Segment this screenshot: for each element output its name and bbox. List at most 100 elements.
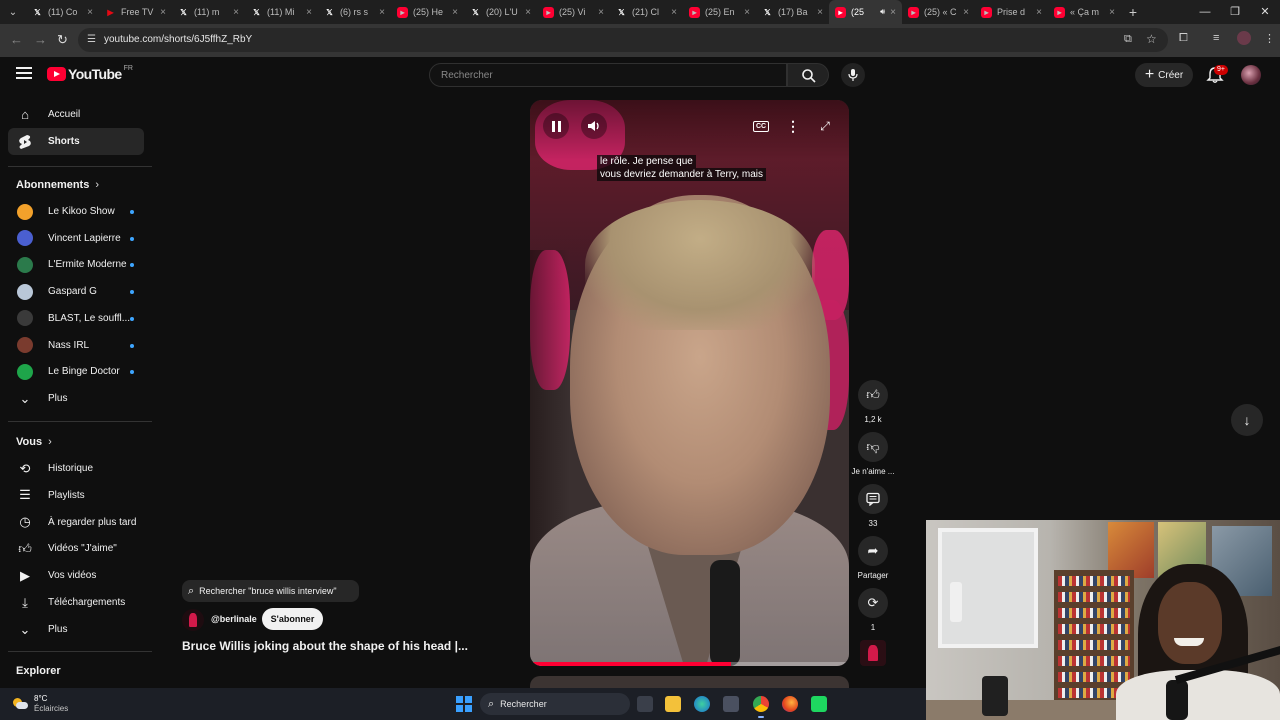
close-tab-icon[interactable]: ×	[963, 7, 969, 18]
sidebar-item-accueil[interactable]: ⌂ Accueil	[8, 101, 144, 128]
site-info-icon[interactable]: ☰	[87, 34, 96, 45]
edge-icon[interactable]	[694, 696, 710, 712]
progress-bar[interactable]	[530, 662, 849, 666]
close-tab-icon[interactable]: ×	[1036, 7, 1042, 18]
next-short-preview[interactable]	[530, 676, 849, 688]
install-app-icon[interactable]: ⧉	[1124, 33, 1132, 46]
bookmark-star-icon[interactable]: ☆	[1146, 32, 1157, 46]
browser-tab[interactable]: ▸ (25) En ×	[683, 0, 756, 24]
restore-button[interactable]: ❐	[1220, 0, 1250, 24]
browser-tab[interactable]: ▶ Free TV ×	[99, 0, 172, 24]
menu-icon[interactable]	[16, 67, 32, 79]
close-window-button[interactable]: ✕	[1250, 0, 1280, 24]
you-heading[interactable]: Vous ›	[16, 436, 52, 448]
channel-avatar[interactable]	[182, 609, 204, 631]
browser-tab[interactable]: 𝕏 (6) rs s ×	[318, 0, 391, 24]
sidebar-item-subscription[interactable]: BLAST, Le souffl...	[8, 305, 144, 332]
fullscreen-icon[interactable]: ⤢	[812, 113, 838, 139]
sidebar-item-shorts[interactable]: Shorts	[8, 128, 144, 155]
windows-start-icon[interactable]	[456, 696, 472, 712]
close-tab-icon[interactable]: ×	[817, 7, 823, 18]
close-tab-icon[interactable]: ×	[1109, 7, 1115, 18]
forward-icon[interactable]: →	[34, 32, 47, 47]
create-button[interactable]: + Créer	[1135, 63, 1193, 87]
tab-search-chevron-icon[interactable]: ⌄	[0, 7, 26, 18]
search-input[interactable]: Rechercher	[429, 63, 787, 87]
voice-search-button[interactable]	[841, 63, 865, 87]
sidebar-item-subscription[interactable]: Le Binge Doctor	[8, 358, 144, 385]
sidebar-item-more-subscriptions[interactable]: ⌄ Plus	[8, 385, 144, 412]
sidebar-item-more-you[interactable]: ⌄ Plus	[8, 616, 144, 643]
related-search-chip[interactable]: ⌕ Rechercher "bruce willis interview"	[182, 580, 359, 602]
reload-icon[interactable]: ↻	[57, 32, 68, 48]
close-tab-icon[interactable]: ×	[160, 7, 166, 18]
remix-button[interactable]: ⟳	[858, 588, 888, 618]
browser-tab[interactable]: 𝕏 (17) Ba ×	[756, 0, 829, 24]
subscribe-button[interactable]: S'abonner	[262, 608, 323, 630]
close-tab-icon[interactable]: ×	[890, 7, 896, 18]
sidebar-item-subscription[interactable]: Gaspard G	[8, 278, 144, 305]
subtitles-button[interactable]: CC	[748, 113, 774, 139]
close-tab-icon[interactable]: ×	[306, 7, 312, 18]
browser-menu-icon[interactable]: ⋮	[1264, 32, 1275, 45]
sidebar-item-subscription[interactable]: Nass IRL	[8, 332, 144, 359]
weather-widget[interactable]: 8°C Éclaircies	[12, 694, 68, 714]
youtube-logo[interactable]: YouTube FR	[47, 65, 133, 82]
sidebar-item-subscription[interactable]: L'Ermite Moderne	[8, 251, 144, 278]
close-tab-icon[interactable]: ×	[525, 7, 531, 18]
short-video-player[interactable]: CC ⋮ ⤢ le rôle. Je pense que vous devrie…	[530, 100, 849, 666]
comments-button[interactable]	[858, 484, 888, 514]
share-button[interactable]: ➦	[858, 536, 888, 566]
task-view-icon[interactable]	[637, 696, 653, 712]
profile-icon[interactable]	[1237, 31, 1251, 45]
browser-tab[interactable]: 𝕏 (20) L'U ×	[464, 0, 537, 24]
new-tab-button[interactable]: +	[1121, 4, 1145, 20]
sidebar-item-liked-videos[interactable]: 👍︎ Vidéos "J'aime"	[8, 535, 144, 562]
file-explorer-icon[interactable]	[665, 696, 681, 712]
sidebar-item-subscription[interactable]: Le Kikoo Show	[8, 198, 144, 225]
sidebar-item-watch-later[interactable]: ◷ À regarder plus tard	[8, 509, 144, 536]
subscriptions-heading[interactable]: Abonnements ›	[16, 179, 99, 191]
browser-tab[interactable]: 𝕏 (11) Mi ×	[245, 0, 318, 24]
account-avatar[interactable]	[1241, 65, 1261, 85]
sidebar-item-subscription[interactable]: Vincent Lapierre	[8, 225, 144, 252]
sidebar-item-history[interactable]: ⟲ Historique	[8, 455, 144, 482]
next-short-button[interactable]: ↓	[1231, 404, 1263, 436]
store-icon[interactable]	[723, 696, 739, 712]
close-tab-icon[interactable]: ×	[744, 7, 750, 18]
dislike-button[interactable]: 👎︎	[858, 432, 888, 462]
close-tab-icon[interactable]: ×	[452, 7, 458, 18]
media-control-icon[interactable]: ≡	[1213, 32, 1219, 44]
browser-tab[interactable]: 𝕏 (21) Cl ×	[610, 0, 683, 24]
more-options-icon[interactable]: ⋮	[780, 113, 806, 139]
short-title[interactable]: Bruce Willis joking about the shape of h…	[182, 639, 468, 653]
browser-tab[interactable]: ▸ (25) Vi ×	[537, 0, 610, 24]
firefox-icon[interactable]	[782, 696, 798, 712]
browser-tab[interactable]: ▸ (25 🔊︎ ×	[829, 0, 902, 24]
app-icon[interactable]	[811, 696, 827, 712]
browser-tab[interactable]: ▸ (25) He ×	[391, 0, 464, 24]
pause-button[interactable]	[543, 113, 569, 139]
close-tab-icon[interactable]: ×	[379, 7, 385, 18]
sidebar-item-your-videos[interactable]: ▶ Vos vidéos	[8, 562, 144, 589]
channel-name[interactable]: @berlinale	[211, 614, 257, 624]
close-tab-icon[interactable]: ×	[671, 7, 677, 18]
taskbar-search[interactable]: ⌕ Rechercher	[480, 693, 630, 715]
sound-thumbnail[interactable]	[860, 640, 886, 666]
close-tab-icon[interactable]: ×	[87, 7, 93, 18]
url-field[interactable]: ☰ youtube.com/shorts/6J5ffhZ_RbY ⧉ ☆	[78, 28, 1168, 52]
audio-playing-icon[interactable]: 🔊︎	[880, 7, 885, 17]
like-button[interactable]: 👍︎	[858, 380, 888, 410]
browser-tab[interactable]: ▸ (25) « C ×	[902, 0, 975, 24]
back-icon[interactable]: ←	[10, 32, 23, 47]
chrome-icon[interactable]	[753, 696, 769, 712]
browser-tab[interactable]: ▸ Prise d ×	[975, 0, 1048, 24]
browser-tab[interactable]: 𝕏 (11) Co ×	[26, 0, 99, 24]
extensions-icon[interactable]: ⧠	[1179, 32, 1188, 45]
sidebar-item-downloads[interactable]: ⤓ Téléchargements	[8, 589, 144, 616]
sidebar-item-playlists[interactable]: ☰ Playlists	[8, 482, 144, 509]
search-button[interactable]	[787, 63, 829, 87]
close-tab-icon[interactable]: ×	[233, 7, 239, 18]
browser-tab[interactable]: ▸ « Ça m ×	[1048, 0, 1121, 24]
close-tab-icon[interactable]: ×	[598, 7, 604, 18]
